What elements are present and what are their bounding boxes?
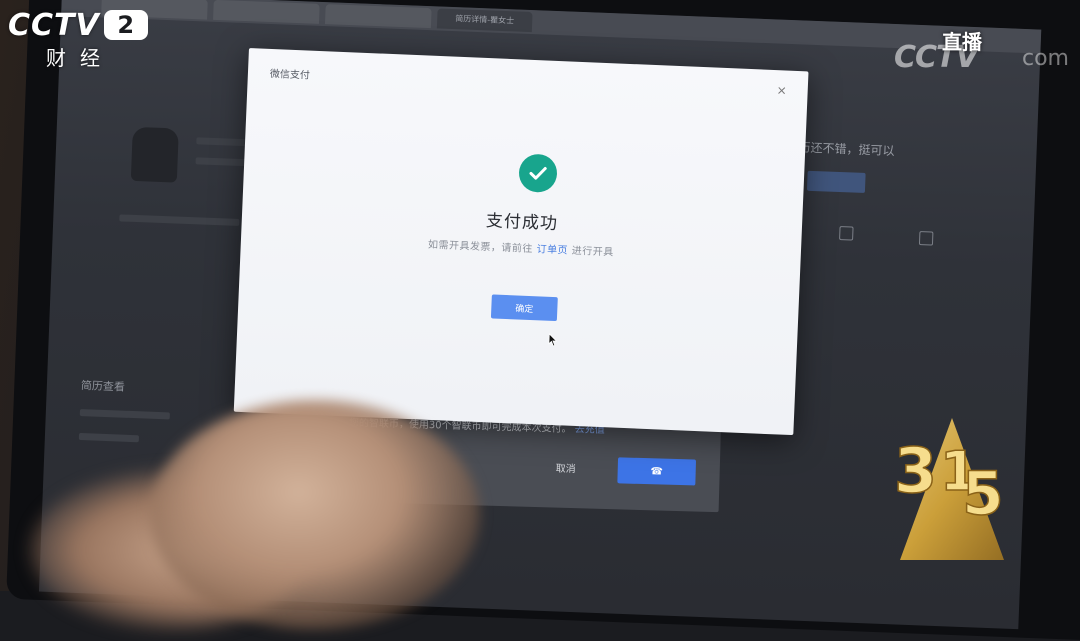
edit-icon [918,231,934,246]
cancel-button[interactable]: 取消 [556,460,576,476]
resume-comment: 历还不错，挺可以 [798,140,895,159]
channel-name: CCTV [8,8,100,43]
svg-text:3: 3 [894,434,937,507]
candidate-avatar [130,126,179,183]
live-watermark: CCTV 直播 com [894,18,1070,75]
channel-subtitle: 财经 [46,46,114,70]
placeholder-line [78,432,140,443]
background-action-button [806,170,866,193]
close-icon[interactable]: × [773,82,790,99]
mouse-cursor-icon [548,332,558,347]
channel-logo: CCTV 2 [8,8,148,43]
collect-icon [839,226,854,241]
placeholder-line [119,214,240,226]
event-315-badge-icon: 3 1 5 [893,418,1005,560]
subtitle-text-before: 如需开具发票，请前往 [427,239,534,256]
browser-tab[interactable] [324,4,432,29]
browser-tab[interactable] [213,0,320,24]
svg-text:5: 5 [962,459,1004,529]
live-domain: com [1022,46,1069,71]
confirm-payment-button[interactable]: ☎ [617,457,697,486]
dialog-title: 微信支付 [269,68,311,82]
placeholder-line [79,408,170,420]
section-heading: 简历查看 [80,379,126,394]
success-check-icon [518,153,558,193]
order-page-link[interactable]: 订单页 [536,244,568,256]
ok-button[interactable]: 确定 [490,294,558,322]
live-label: 直播 [942,30,982,54]
browser-tab-active[interactable]: 简历详情-瞿女士 [436,8,533,33]
hand-blur [150,400,480,630]
payment-success-dialog: 微信支付 × 支付成功 如需开具发票，请前往 订单页 进行开具 确定 [233,48,809,436]
channel-number: 2 [103,10,148,40]
subtitle-text-after: 进行开具 [571,245,614,259]
